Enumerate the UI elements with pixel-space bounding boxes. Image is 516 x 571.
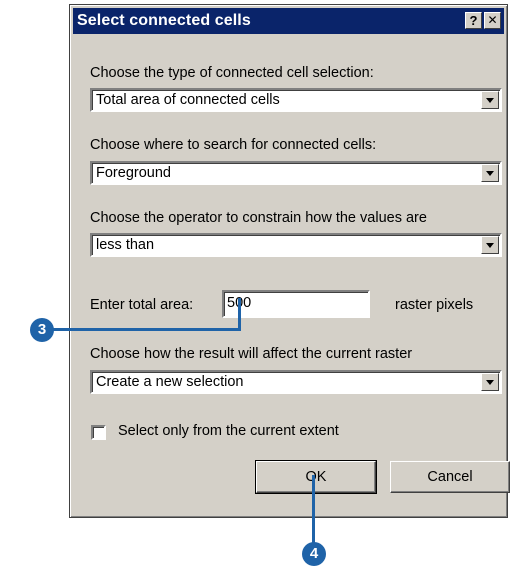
selection-type-dropdown[interactable]: Total area of connected cells [90, 88, 502, 112]
callout-step-4: 4 [302, 542, 326, 566]
area-label: Enter total area: [90, 297, 194, 313]
search-label: Choose where to search for connected cel… [90, 137, 377, 153]
operator-dropdown[interactable]: less than [90, 233, 502, 257]
chevron-down-icon[interactable] [481, 91, 499, 109]
result-value: Create a new selection [96, 374, 244, 390]
callout-4-line [312, 475, 315, 548]
dialog-title: Select connected cells [77, 12, 251, 29]
chevron-down-icon[interactable] [481, 164, 499, 182]
operator-label: Choose the operator to constrain how the… [90, 210, 427, 226]
select-connected-cells-dialog: Select connected cells ? ✕ Choose the ty… [69, 4, 510, 518]
ok-button[interactable]: OK [255, 460, 377, 494]
chevron-down-icon[interactable] [481, 236, 499, 254]
cancel-button[interactable]: Cancel [390, 461, 510, 493]
callout-3-line [50, 328, 241, 331]
help-button[interactable]: ? [465, 12, 482, 29]
extent-checkbox-label[interactable]: Select only from the current extent [118, 423, 339, 439]
callout-step-3: 3 [30, 318, 54, 342]
selection-type-value: Total area of connected cells [96, 92, 280, 108]
result-dropdown[interactable]: Create a new selection [90, 370, 502, 394]
selection-type-label: Choose the type of connected cell select… [90, 65, 374, 81]
search-value: Foreground [96, 165, 171, 181]
result-label: Choose how the result will affect the cu… [90, 346, 413, 362]
close-button[interactable]: ✕ [484, 12, 501, 29]
area-unit-label: raster pixels [395, 297, 474, 313]
chevron-down-icon[interactable] [481, 373, 499, 391]
extent-checkbox[interactable] [91, 425, 106, 440]
search-dropdown[interactable]: Foreground [90, 161, 502, 185]
callout-3-leader [238, 298, 241, 331]
total-area-input[interactable]: 500 [222, 290, 370, 318]
title-bar: Select connected cells ? ✕ [73, 8, 504, 34]
operator-value: less than [96, 237, 155, 253]
